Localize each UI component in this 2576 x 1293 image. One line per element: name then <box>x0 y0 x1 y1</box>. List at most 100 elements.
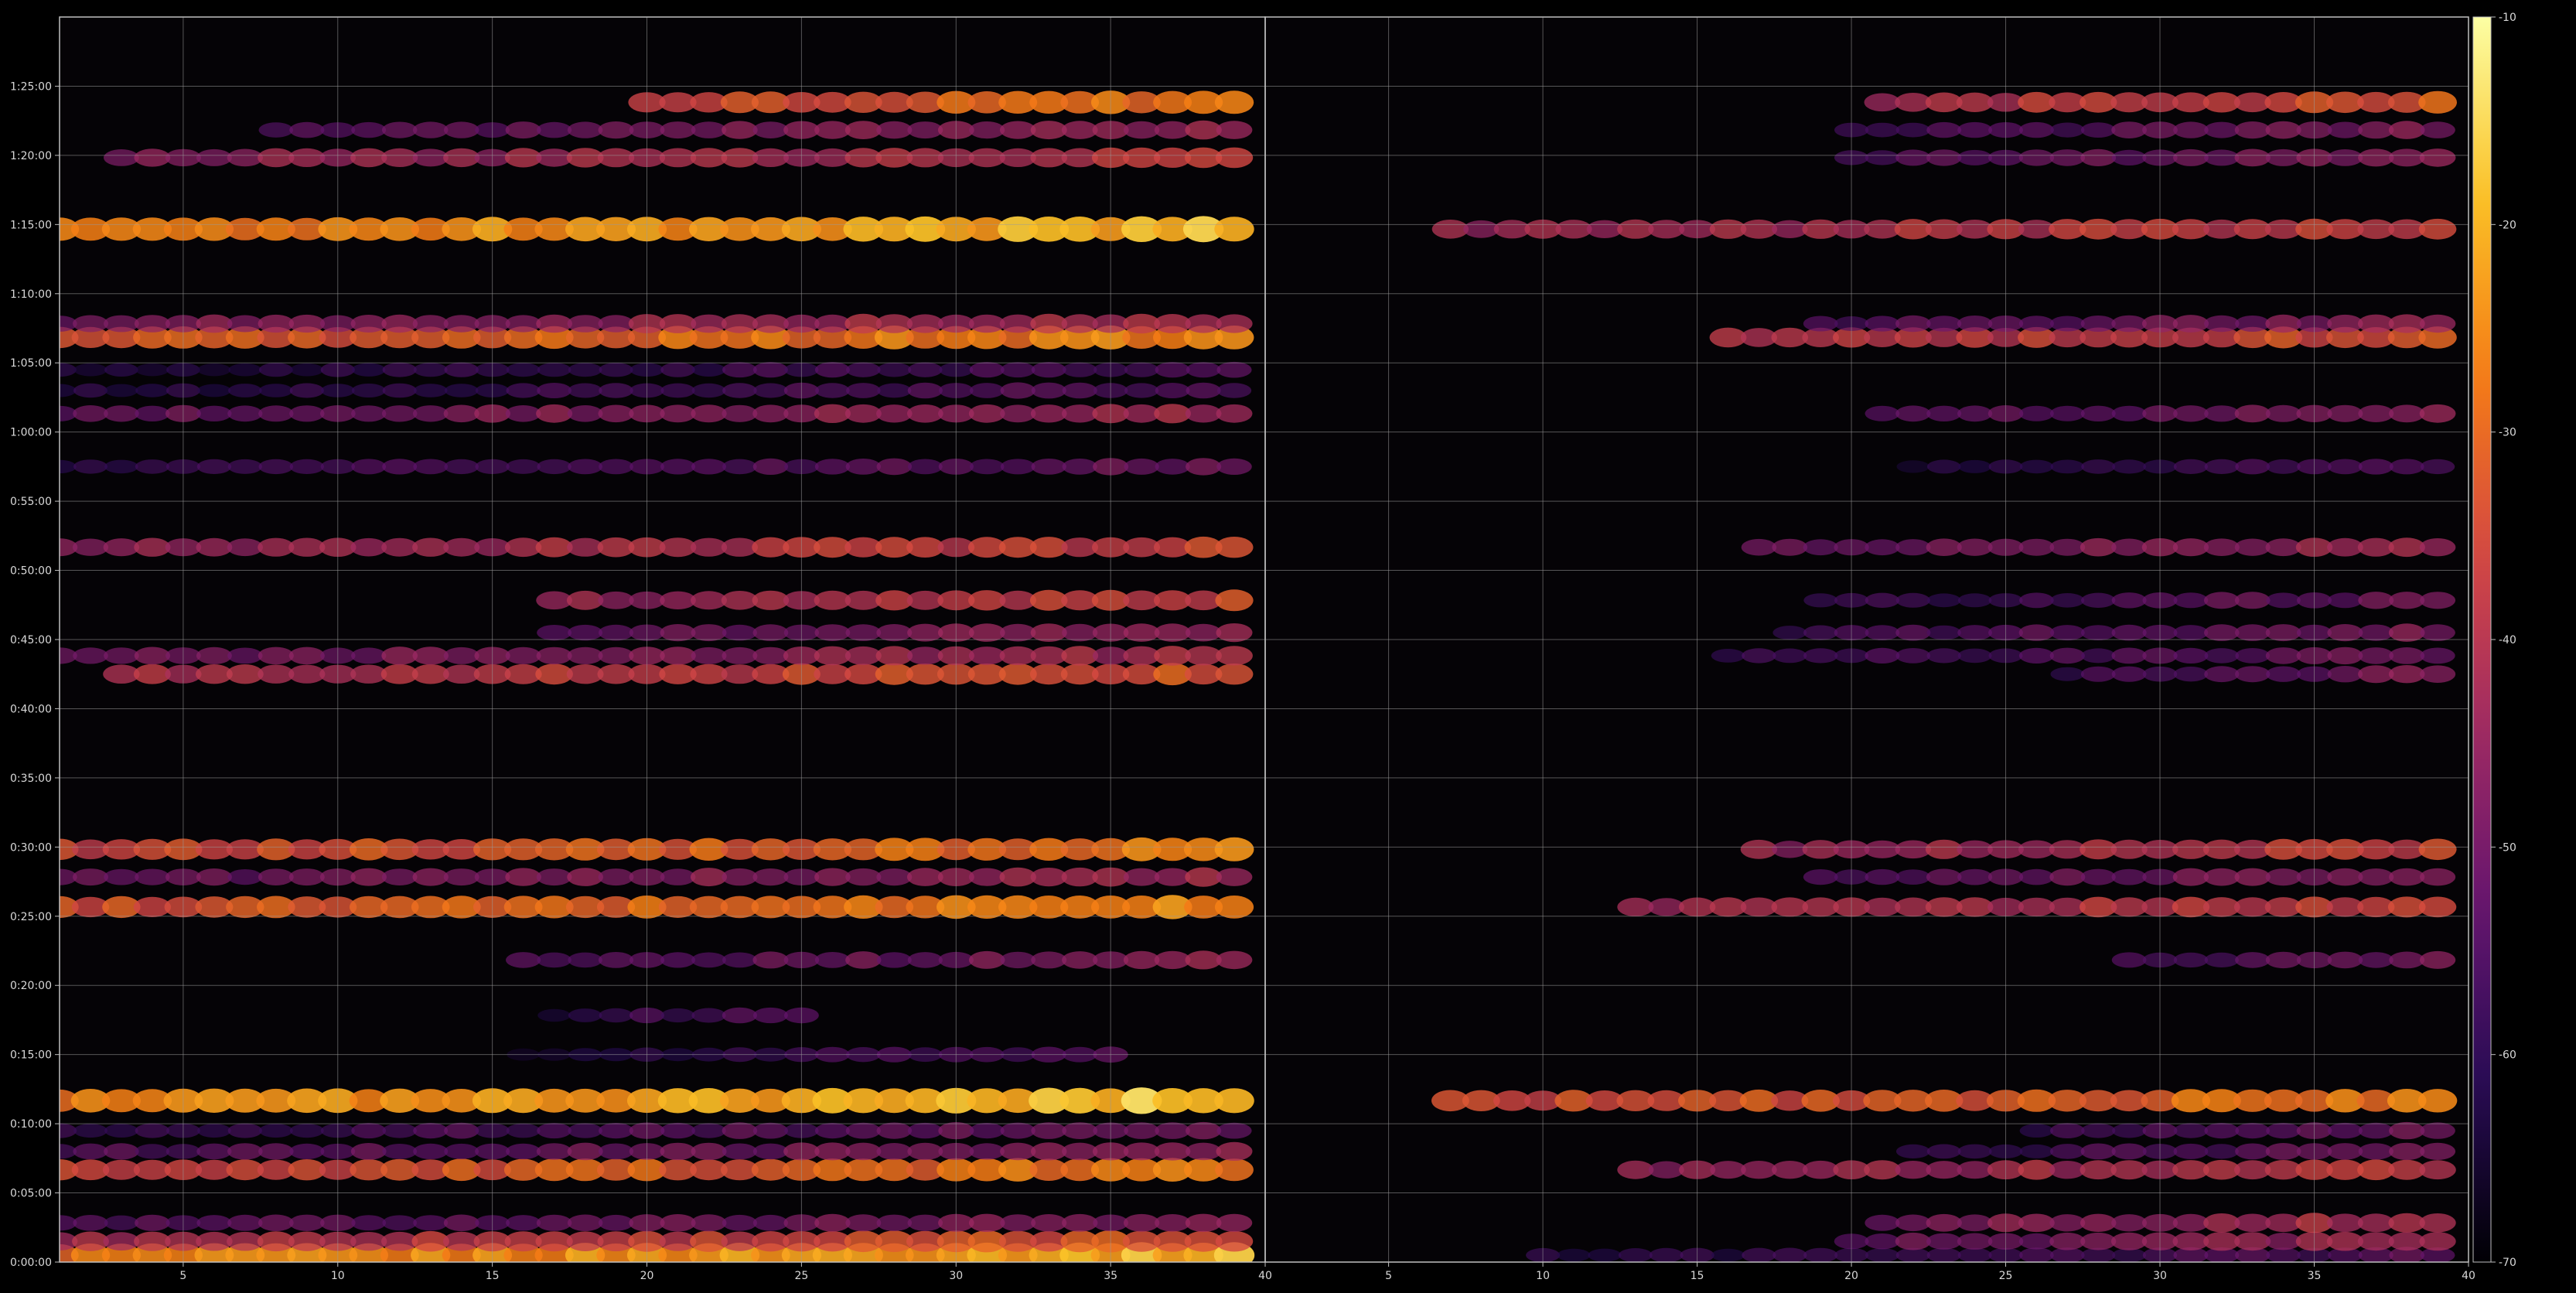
heat-cell <box>2389 404 2425 423</box>
y-tick-label: 0:10:00 <box>10 1118 52 1131</box>
heat-cell <box>2049 149 2086 166</box>
heat-cell <box>2420 459 2455 475</box>
heat-cell <box>598 646 634 665</box>
heat-cell <box>104 149 139 166</box>
heat-cell <box>350 868 387 886</box>
heat-cell <box>506 459 541 474</box>
heat-cell <box>1741 1161 1777 1179</box>
heat-cell <box>722 362 757 378</box>
heat-cell <box>197 363 231 377</box>
heat-cell <box>2235 1123 2271 1139</box>
heat-cell <box>537 1008 571 1022</box>
y-tick-label: 1:15:00 <box>10 219 52 231</box>
heat-cell <box>2358 624 2393 641</box>
heat-cell <box>2327 537 2363 557</box>
heat-cell <box>2080 405 2116 421</box>
heat-cell <box>288 148 326 167</box>
heat-cell <box>73 1215 108 1231</box>
heat-cell <box>134 537 171 557</box>
heat-cell <box>2050 122 2085 138</box>
heat-cell <box>73 459 107 474</box>
heat-cell <box>1124 362 1159 377</box>
heat-cell <box>907 646 943 665</box>
heat-cell <box>1216 868 1253 886</box>
heat-cell <box>2419 538 2456 557</box>
heat-cell <box>1741 538 1777 556</box>
heat-cell <box>2080 537 2117 557</box>
heat-cell <box>814 459 850 475</box>
heat-cell <box>443 315 479 333</box>
heat-cell <box>135 405 170 421</box>
heat-cell <box>2050 593 2085 608</box>
heat-cell <box>506 952 541 968</box>
heat-cell <box>814 1123 850 1139</box>
heat-cell <box>1895 149 1931 166</box>
colorbar-tick-label: -30 <box>2499 427 2516 439</box>
x-tick-label: 20 <box>1844 1270 1858 1282</box>
heat-cell <box>258 122 294 138</box>
heat-cell <box>2080 1213 2117 1233</box>
y-tick-label: 1:25:00 <box>10 80 52 93</box>
heat-cell <box>1031 362 1066 378</box>
heat-cell <box>691 1142 727 1161</box>
heat-cell <box>2419 1160 2456 1180</box>
heat-cell <box>444 459 479 475</box>
heat-cell <box>104 868 139 885</box>
heat-cell <box>722 646 758 664</box>
heat-cell <box>1216 1141 1253 1161</box>
heat-cell <box>73 647 108 664</box>
heat-cell <box>104 315 139 333</box>
heat-cell <box>1216 646 1253 666</box>
heat-cell <box>412 646 449 665</box>
heat-cell <box>1895 122 1930 138</box>
heat-cell <box>2419 1232 2456 1251</box>
heat-cell <box>536 646 572 665</box>
heat-cell <box>537 121 572 138</box>
heat-cell <box>907 459 943 475</box>
heat-cell <box>691 868 727 887</box>
heat-cell <box>196 646 232 665</box>
heat-cell <box>968 646 1005 665</box>
heat-cell <box>752 314 789 333</box>
heat-cell <box>1155 383 1190 398</box>
heat-cell <box>505 646 541 665</box>
heat-cell <box>598 868 634 886</box>
heat-cell <box>197 1124 231 1138</box>
heat-cell <box>444 1143 479 1159</box>
heat-cell <box>752 1122 789 1139</box>
heat-cell <box>722 383 757 398</box>
heat-cell <box>444 362 479 377</box>
heat-cell <box>968 1213 1005 1233</box>
heat-cell <box>2235 316 2271 332</box>
heat-cell <box>1062 1122 1098 1139</box>
heat-cell <box>1123 623 1160 642</box>
heat-cell <box>2111 538 2148 556</box>
heat-cell <box>1031 382 1066 399</box>
heat-cell <box>660 459 695 475</box>
heat-cell <box>2204 459 2239 475</box>
heat-cell <box>412 405 449 422</box>
heat-cell <box>2018 647 2054 664</box>
heat-cell <box>2265 148 2301 166</box>
heat-cell <box>1926 648 1961 664</box>
heat-cell <box>1957 1247 1992 1262</box>
x-tick-label: 5 <box>179 1270 186 1282</box>
heat-cell <box>73 1143 108 1160</box>
heat-cell <box>537 363 571 377</box>
heat-cell <box>382 362 417 377</box>
heat-cell <box>722 404 758 422</box>
heat-cell <box>1926 868 1962 885</box>
heat-cell <box>196 314 233 333</box>
heat-cell <box>289 121 325 138</box>
heat-cell <box>2235 459 2271 475</box>
heat-cell <box>1742 1247 1776 1262</box>
heat-cell <box>2111 592 2147 609</box>
heat-cell <box>691 121 727 138</box>
heat-cell <box>135 459 169 474</box>
heat-cell <box>845 951 882 969</box>
heat-cell <box>2419 404 2456 423</box>
heat-cell <box>2173 625 2209 641</box>
heat-cell <box>1000 623 1036 642</box>
heat-cell <box>1030 121 1067 140</box>
heat-cell <box>196 148 232 166</box>
